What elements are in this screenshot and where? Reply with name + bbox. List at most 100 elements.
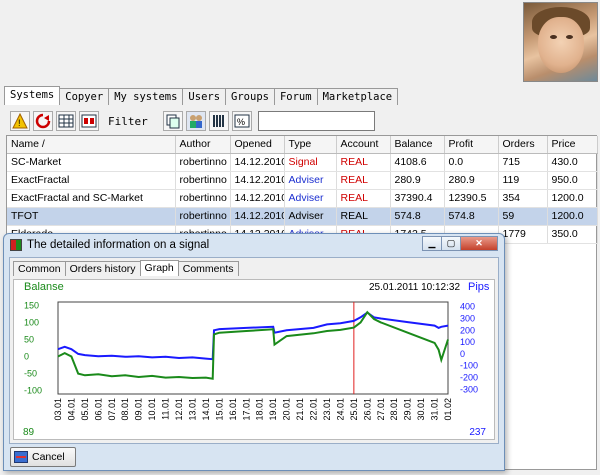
percent-icon[interactable]: % [231,111,252,131]
column-header-opened[interactable]: Opened [230,136,285,154]
x-tick-label: 10.01 [147,398,157,421]
cell-balance: 574.8 [390,207,445,226]
x-tick-label: 17.01 [241,398,251,421]
graph-panel: Balanse Pips 25.01.2011 10:12:32 89 237 … [13,279,495,440]
cell-account: REAL [336,153,391,172]
right-tick-label: 100 [460,337,475,347]
balance-pips-chart: Balanse Pips 25.01.2011 10:12:32 89 237 … [23,281,490,438]
right-tick-label: -200 [460,372,478,382]
table-row-selected[interactable]: TFOT robertinno 14.12.2010 Adviser REAL … [7,207,598,226]
close-icon[interactable]: ✕ [460,236,498,251]
column-header-price[interactable]: Price [547,136,598,154]
table-row[interactable]: SC-Market robertinno 14.12.2010 Signal R… [7,153,598,172]
tab-my-systems[interactable]: My systems [108,88,184,105]
column-header-type[interactable]: Type [284,136,337,154]
x-tick-label: 23.01 [322,398,332,421]
cell-price: 350.0 [547,225,598,244]
column-header-profit[interactable]: Profit [444,136,499,154]
right-axis-label: Pips [468,281,490,293]
tab-copyer[interactable]: Copyer [59,88,110,105]
cell-type: Adviser [284,189,337,208]
cell-opened: 14.12.2010 [230,153,285,172]
chart-timestamp: 25.01.2011 10:12:32 [369,282,460,293]
x-tick-label: 24.01 [335,398,345,421]
table-row[interactable]: ExactFractal robertinno 14.12.2010 Advis… [7,171,598,190]
grid-icon[interactable] [56,111,76,131]
tab-common[interactable]: Common [13,261,66,276]
bottom-left-value: 89 [23,427,35,438]
tab-forum[interactable]: Forum [273,88,318,105]
x-tick-label: 15.01 [214,398,224,421]
cell-profit: 280.9 [444,171,499,190]
cell-price: 950.0 [547,171,598,190]
cell-opened: 14.12.2010 [230,171,285,190]
column-header-name[interactable]: Name / [7,136,176,154]
x-tick-label: 11.01 [161,398,171,420]
dialog-tabs: Common Orders history Graph Comments [13,260,239,276]
tab-systems[interactable]: Systems [4,86,61,105]
balance-series-line [57,310,449,380]
maximize-icon[interactable]: ▢ [441,236,461,251]
svg-text:%: % [237,117,245,127]
tab-graph[interactable]: Graph [139,260,179,276]
right-tick-label: 200 [460,325,475,335]
columns-icon[interactable] [79,111,99,131]
avatar-eye [550,35,557,39]
x-tick-label: 08.01 [120,398,130,421]
avatar-eye [566,35,573,39]
cell-orders: 354 [498,189,548,208]
cell-price: 1200.0 [547,207,598,226]
plot-frame [57,301,449,395]
window-controls: ▁ ▢ ✕ [422,236,498,251]
refresh-icon[interactable] [33,111,53,131]
avatar-face [538,17,584,73]
copy-icon[interactable] [162,111,183,131]
bars-icon[interactable] [208,111,229,131]
tab-comments[interactable]: Comments [177,261,239,276]
cell-orders: 119 [498,171,548,190]
table-row[interactable]: ExactFractal and SC-Market robertinno 14… [7,189,598,208]
warning-icon[interactable]: ! [10,111,30,131]
users-icon[interactable] [185,111,206,131]
left-tick-label: 50 [24,334,34,344]
signal-detail-dialog: The detailed information on a signal ▁ ▢… [3,233,505,471]
minimize-icon[interactable]: ▁ [422,236,442,251]
cell-type: Signal [284,153,337,172]
column-header-balance[interactable]: Balance [390,136,445,154]
cell-account: REAL [336,171,391,190]
dialog-body: Common Orders history Graph Comments Bal… [9,257,499,444]
cell-account: REAL [336,189,391,208]
right-tick-label: -100 [460,361,478,371]
cell-profit: 0.0 [444,153,499,172]
left-tick-label: 100 [24,317,39,327]
column-header-orders[interactable]: Orders [498,136,548,154]
cell-author: robertinno [175,153,231,172]
cell-price: 1200.0 [547,189,598,208]
cell-price: 430.0 [547,153,598,172]
svg-text:!: ! [18,118,21,128]
cell-balance: 4108.6 [390,153,445,172]
filter-input[interactable] [257,111,375,131]
tab-orders-history[interactable]: Orders history [64,261,141,276]
left-tick-label: 0 [24,352,29,362]
x-tick-label: 03.01 [53,398,63,421]
x-tick-label: 14.01 [201,398,211,421]
cell-orders: 1779 [498,225,548,244]
x-tick-label: 13.01 [187,398,197,421]
column-header-author[interactable]: Author [175,136,231,154]
cancel-button[interactable]: Cancel [10,447,76,467]
tab-groups[interactable]: Groups [225,88,275,105]
column-header-account[interactable]: Account [336,136,391,154]
cell-name: ExactFractal [7,171,176,190]
tab-users[interactable]: Users [182,88,227,105]
left-axis-label: Balanse [24,281,64,293]
left-tick-label: -100 [24,386,42,396]
tab-marketplace[interactable]: Marketplace [316,88,399,105]
x-tick-label: 31.01 [430,398,440,421]
x-tick-label: 05.01 [80,398,90,421]
cell-type: Adviser [284,171,337,190]
x-tick-label: 21.01 [295,398,305,421]
x-tick-label: 07.01 [107,398,117,421]
x-tick-label: 28.01 [389,398,399,421]
x-tick-label: 25.01 [349,398,359,421]
